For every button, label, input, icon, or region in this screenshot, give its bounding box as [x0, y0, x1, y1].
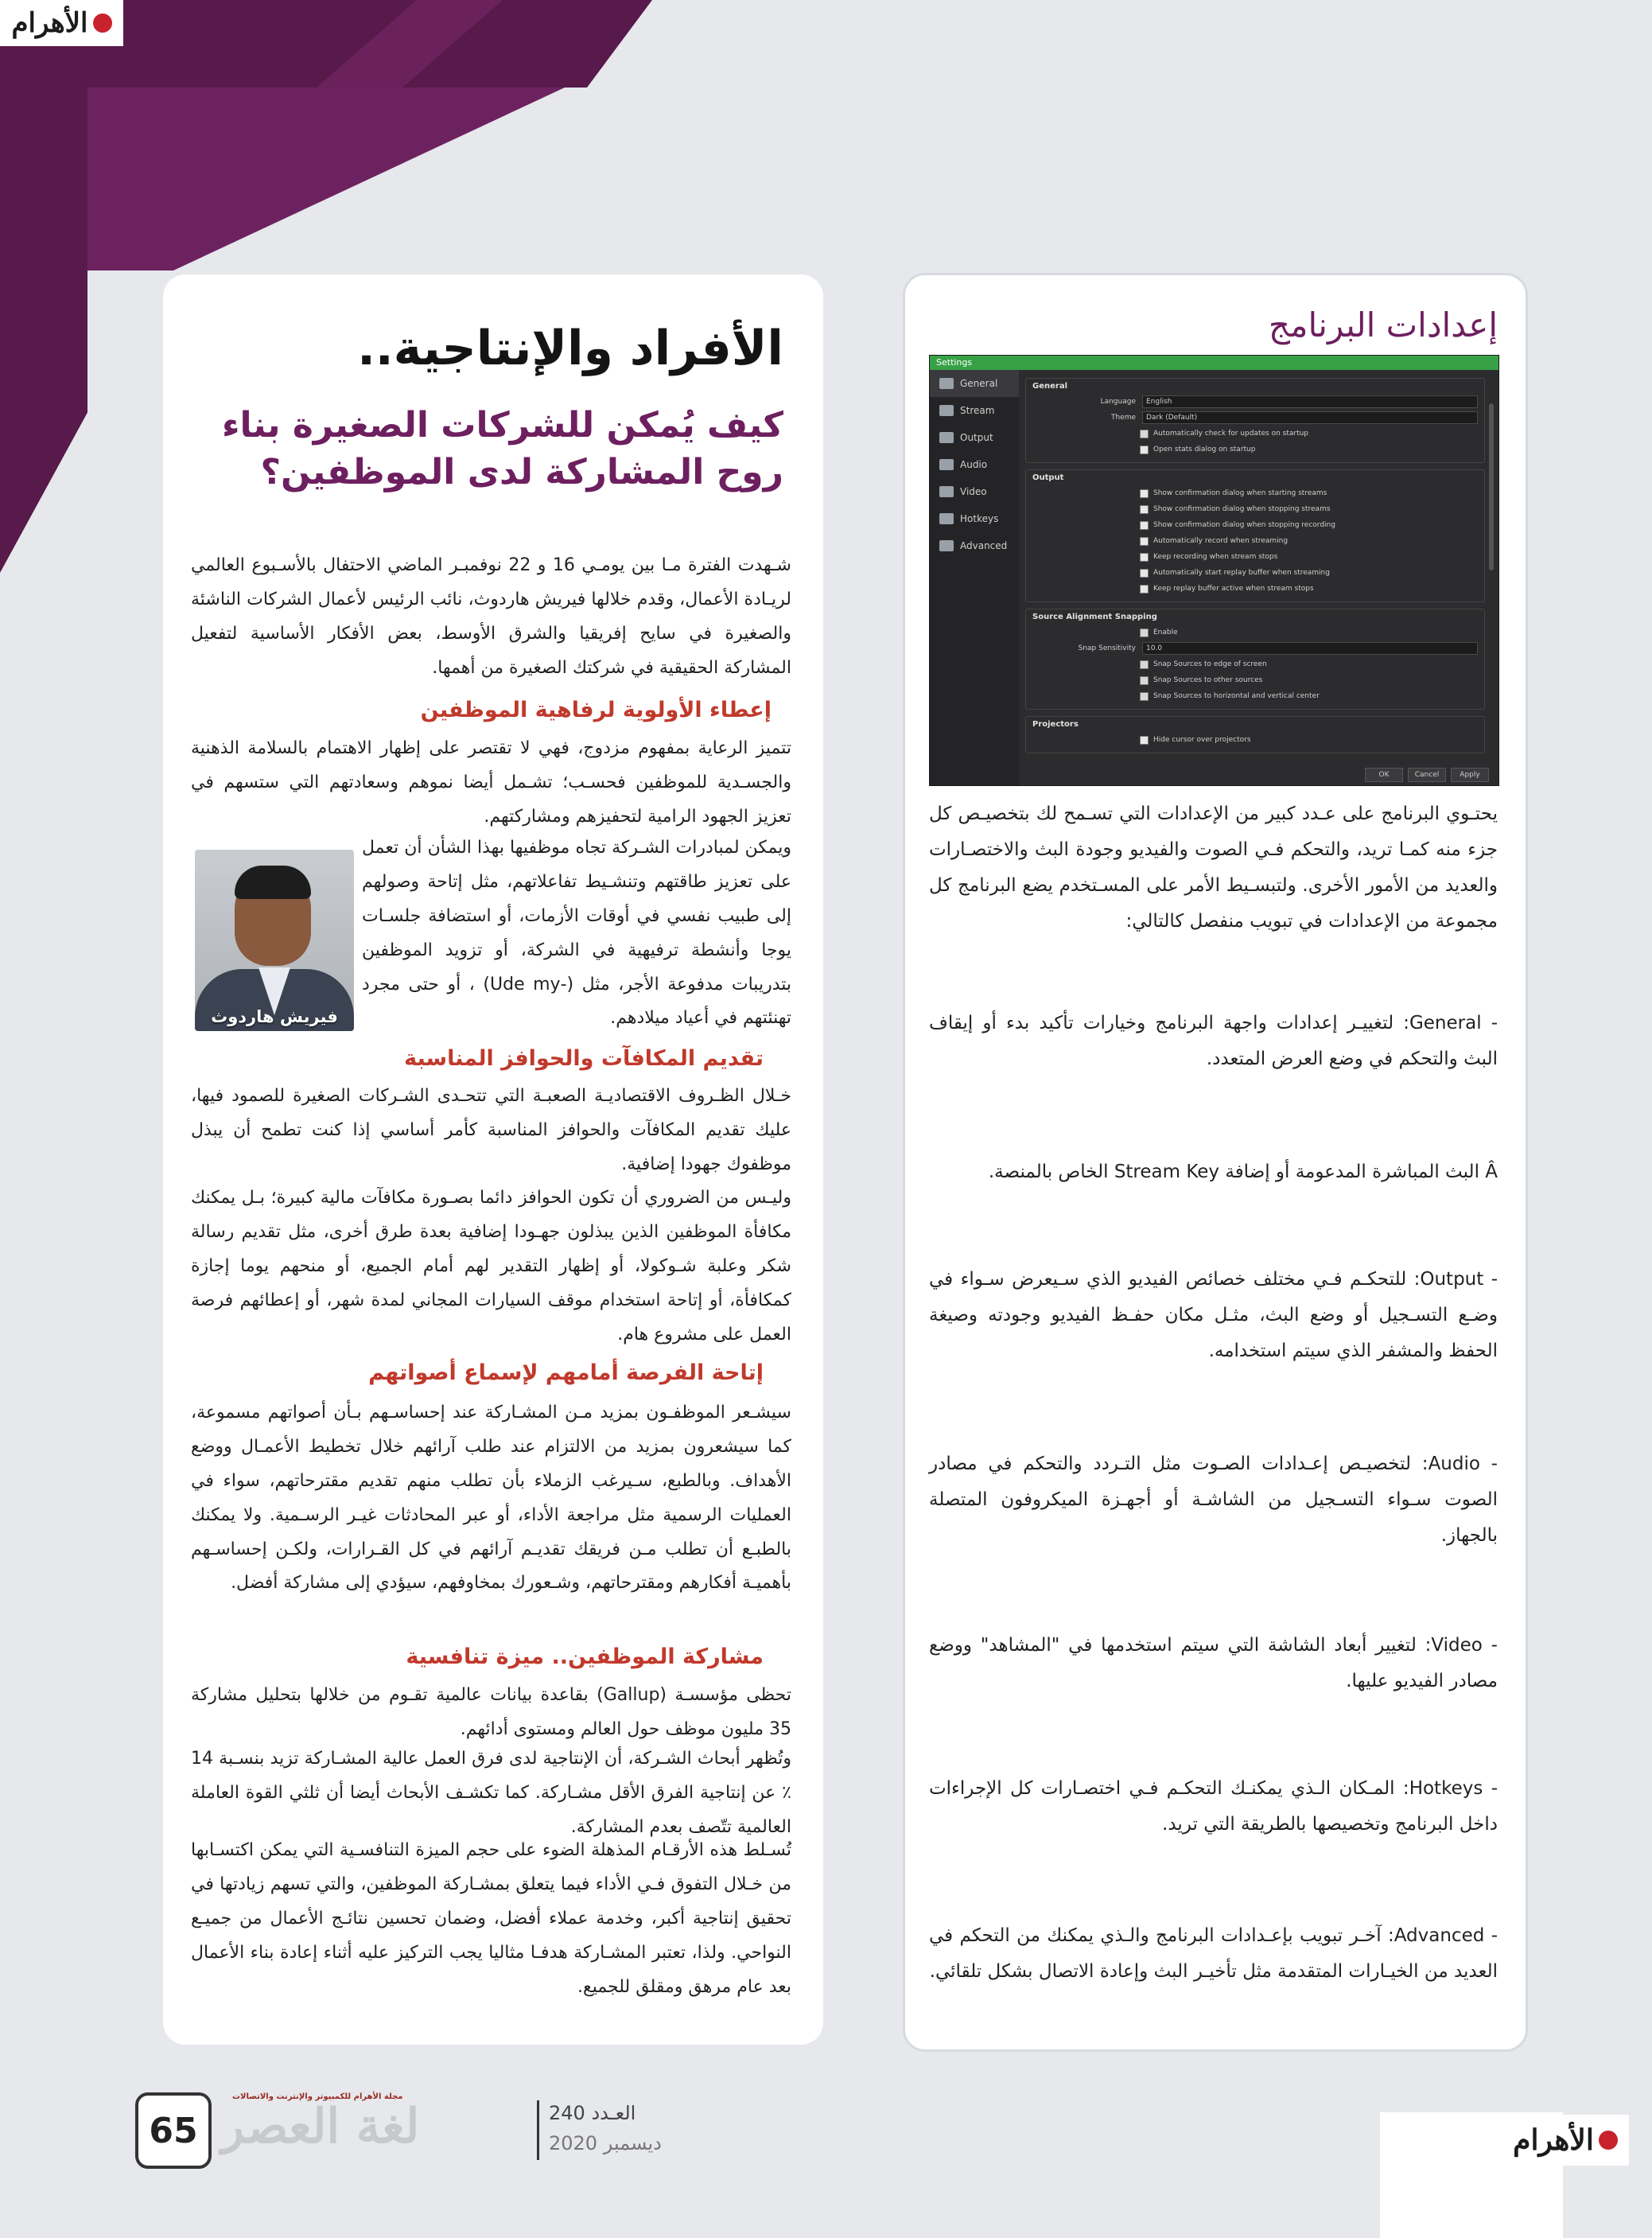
ok-button: OK	[1365, 768, 1403, 782]
section-paragraph: سيشـعر الموظفـون بمزيد مـن المشـاركة عند…	[191, 1403, 791, 1594]
settings-item-hotkeys: - Hotkeys: المـكان الـذي يمكنـك التحكـم …	[929, 1778, 1498, 1835]
settings-item-general: - General: لتغييـر إعدادات واجهة البرنام…	[929, 1013, 1498, 1069]
section-paragraph: وليـس من الضروري أن تكون الحوافز دائما ب…	[191, 1188, 791, 1345]
section-paragraph: ويمكن لمبادرات الشـركة تجاه موظفيها بهذا…	[362, 838, 792, 1029]
section-paragraph: تُسـلط هذه الأرقـام المذهلة الضوء على حج…	[191, 1840, 791, 1997]
settings-item-output: - Output: للتحكـم فـي مختلف خصائص الفيدي…	[929, 1269, 1498, 1361]
corner-decor-wedge	[87, 88, 565, 271]
checkbox	[1140, 691, 1149, 701]
group-projectors: Projectors Hide cursor over projectors	[1025, 716, 1485, 753]
theme-select: Dark (Default)	[1142, 411, 1478, 424]
article-subtitle: كيف يُمكن للشركات الصغيرة بناء روح المشا…	[222, 405, 783, 493]
settings-item-advanced: - Advanced: آخـر تبويب بإعـدادات البرنام…	[929, 1925, 1498, 1982]
snap-sensitivity-input: 10.0	[1142, 642, 1478, 655]
cancel-button: Cancel	[1408, 768, 1446, 782]
checkbox	[1140, 584, 1149, 594]
interviewee-photo: فيريش هاردوث	[195, 850, 354, 1031]
footer-divider	[537, 2100, 539, 2160]
program-settings-intro: يحتـوي البرنامج على عـدد كبير من الإعداد…	[929, 804, 1498, 932]
side-decor-band	[0, 0, 87, 573]
section-heading: إعطاء الأولوية لرفاهية الموظفين	[420, 698, 772, 722]
settings-sidebar: General Stream Output Audio Video Hotkey…	[930, 370, 1019, 785]
group-snapping: Source Alignment Snapping Enable Snap Se…	[1025, 609, 1485, 710]
sidebar-item-advanced: Advanced	[930, 532, 1019, 559]
checkbox	[1140, 536, 1149, 546]
article-title: الأفراد والإنتاجية..	[357, 321, 783, 376]
sidebar-item-general: General	[930, 370, 1019, 397]
group-output: Output Show confirmation dialog when sta…	[1025, 469, 1485, 602]
checkbox	[1140, 552, 1149, 562]
sidebar-item-video: Video	[930, 478, 1019, 505]
output-icon	[939, 432, 954, 443]
checkbox	[1140, 429, 1149, 438]
gear-icon	[939, 378, 954, 389]
page-footer: 65 مجلة الأهرام للكمبيوتر والإنترنت والا…	[135, 2092, 692, 2169]
page-number: 65	[135, 2092, 212, 2169]
sidebar-item-hotkeys: Hotkeys	[930, 505, 1019, 532]
keyboard-icon	[939, 513, 954, 524]
sidebar-item-output: Output	[930, 424, 1019, 451]
checkbox	[1140, 504, 1149, 514]
checkbox	[1140, 675, 1149, 685]
settings-item-stream: Â البث المباشرة المدعومة أو إضافة Stream…	[988, 1162, 1498, 1182]
checkbox	[1140, 445, 1149, 454]
article-intro: شـهدت الفترة مـا بين يومـي 16 و 22 نوفمب…	[191, 555, 791, 678]
photo-caption: فيريش هاردوث	[211, 1007, 338, 1026]
logo-top-text: الأهرام	[11, 7, 88, 39]
section-heading: تقديم المكافآت والحوافز المناسبة	[404, 1046, 764, 1071]
checkbox	[1140, 735, 1149, 745]
speaker-icon	[939, 459, 954, 470]
settings-item-audio: - Audio: لتخصيـص إعـدادات الصـوت مثل الت…	[929, 1454, 1498, 1546]
section-paragraph: تحظى مؤسسـة (Gallup) بقاعدة بيانات عالمي…	[191, 1685, 791, 1739]
logo-bottom-text: الأهرام	[1513, 2123, 1594, 2157]
sidebar-item-audio: Audio	[930, 451, 1019, 478]
section-paragraph: تتميز الرعاية بمفهوم مزدوج، فهي لا تقتصر…	[191, 738, 791, 827]
ahram-logo-top: الأهرام	[0, 0, 123, 46]
magazine-name: لغة العصر	[221, 2099, 421, 2154]
issue-date: ديسمبر 2020	[549, 2132, 662, 2154]
settings-scrollbar	[1489, 403, 1494, 570]
ahram-logo-bottom: الأهرام	[1502, 2115, 1629, 2166]
settings-item-video: - Video: لتغيير أبعاد الشاشة التي سيتم ا…	[929, 1635, 1498, 1691]
logo-mark-icon	[1598, 2131, 1618, 2150]
monitor-icon	[939, 486, 954, 497]
section-heading: مشاركة الموظفين.. ميزة تنافسية	[406, 1644, 764, 1669]
sidebar-item-stream: Stream	[930, 397, 1019, 424]
settings-panel: General Language English Theme Dark (Defau…	[1025, 378, 1485, 753]
antenna-icon	[939, 405, 954, 416]
group-general: General Language English Theme Dark (Defau…	[1025, 378, 1485, 463]
program-settings-card: إعدادات البرنامج Settings General Stream…	[903, 273, 1528, 2052]
checkbox	[1140, 488, 1149, 498]
section-paragraph: خـلال الظـروف الاقتصاديـة الصعبـة التي ت…	[191, 1086, 791, 1174]
apply-button: Apply	[1451, 768, 1489, 782]
checkbox	[1140, 520, 1149, 530]
settings-buttons: OK Cancel Apply	[1365, 768, 1489, 782]
section-paragraph: وتُظهر أبحاث الشـركة، أن الإنتاجية لدى ف…	[191, 1749, 791, 1837]
language-select: English	[1142, 395, 1478, 408]
program-settings-title: إعدادات البرنامج	[1268, 306, 1498, 344]
issue-number: العـدد 240	[549, 2102, 636, 2124]
checkbox	[1140, 628, 1149, 637]
article-card: الأفراد والإنتاجية.. كيف يُمكن للشركات ا…	[163, 274, 823, 2045]
checkbox	[1140, 660, 1149, 669]
settings-titlebar: Settings	[930, 356, 1498, 370]
checkbox	[1140, 568, 1149, 578]
section-heading: إتاحة الفرصة أمامهم لإسماع أصواتهم	[368, 1360, 764, 1385]
settings-window-screenshot: Settings General Stream Output Audio Vid…	[929, 355, 1499, 786]
wrench-icon	[939, 540, 954, 551]
logo-mark-icon	[92, 14, 112, 33]
